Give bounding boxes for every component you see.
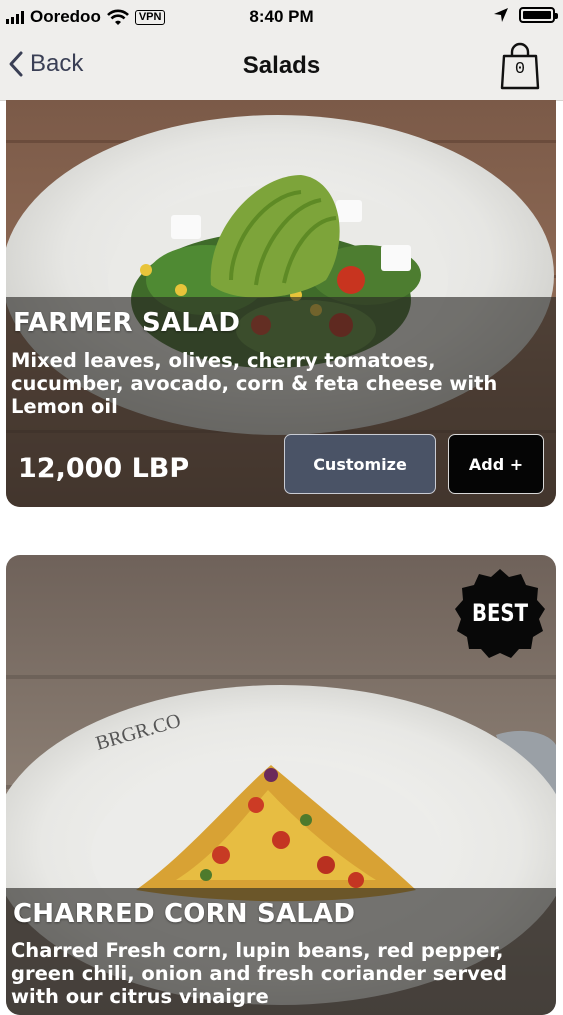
nav-bar: Back Salads 0 <box>0 34 563 101</box>
battery-icon <box>519 7 558 23</box>
item-name: CHARRED CORN SALAD <box>13 899 356 929</box>
item-price: 12,000 LBP <box>18 453 190 484</box>
customize-button[interactable]: Customize <box>284 434 436 494</box>
cart-button[interactable]: 0 <box>499 40 541 92</box>
cart-count: 0 <box>514 60 526 79</box>
best-badge-label: BEST <box>471 599 529 627</box>
status-bar: Ooredoo VPN 8:40 PM <box>0 0 563 34</box>
add-to-cart-button[interactable]: Add + <box>448 434 544 494</box>
page-title: Salads <box>242 52 321 79</box>
item-description: Mixed leaves, olives, cherry tomatoes, c… <box>11 349 498 418</box>
item-name: FARMER SALAD <box>13 308 241 338</box>
menu-item-card[interactable]: BRGR.CO BEST CHARRED CORN SALAD Charred … <box>6 555 556 1015</box>
menu-item-card[interactable]: FARMER SALAD Mixed leaves, olives, cherr… <box>6 100 556 507</box>
status-right <box>493 7 558 23</box>
item-description: Charred Fresh corn, lupin beans, red pep… <box>11 939 508 1008</box>
status-time: 8:40 PM <box>249 7 314 26</box>
location-arrow-icon <box>494 8 508 22</box>
